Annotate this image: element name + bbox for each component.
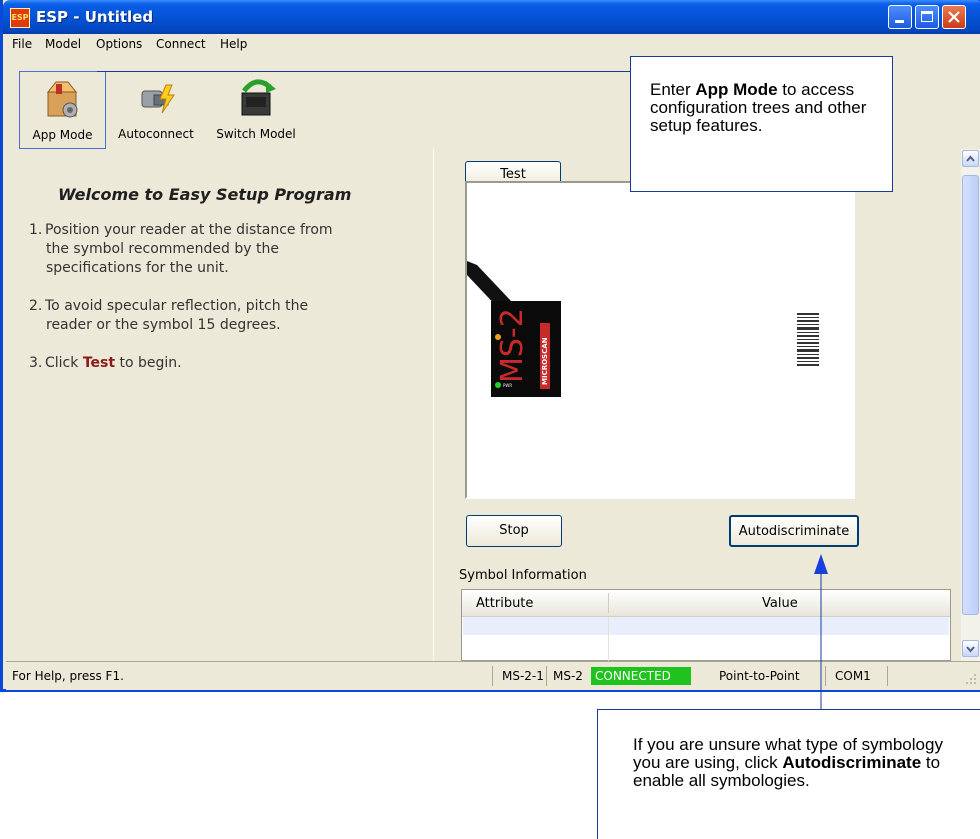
step-1-text-a: Position your reader at the distance fro…	[45, 222, 333, 238]
switch-model-icon	[241, 79, 276, 116]
step-3-post: to begin.	[119, 355, 182, 371]
step-1-text-b: the symbol recommended by the	[46, 241, 279, 257]
menu-options[interactable]: Options	[96, 37, 142, 51]
device-brand-text: MICROSCAN	[541, 337, 549, 385]
minimize-button[interactable]	[888, 5, 912, 29]
app-mode-callout-bold: App Mode	[695, 80, 778, 99]
switch-model-button[interactable]: Switch Model	[210, 71, 302, 147]
scroll-down-button[interactable]	[962, 640, 979, 657]
app-mode-button[interactable]: App Mode	[19, 71, 106, 149]
instruction-step-2: 2. To avoid specular reflection, pitch th…	[29, 297, 409, 335]
status-connected-badge: CONNECTED	[591, 667, 691, 685]
maximize-button[interactable]	[915, 5, 939, 29]
autoconnect-button[interactable]: Autoconnect	[110, 71, 202, 147]
callout-arrow	[814, 554, 828, 710]
scroll-up-arrow-icon	[966, 155, 975, 162]
welcome-title: Welcome to Easy Setup Program	[58, 185, 352, 204]
symbol-information-label: Symbol Information	[459, 568, 587, 583]
step-3-number: 3.	[29, 355, 43, 371]
step-1-number: 1.	[29, 222, 43, 238]
resize-grip-icon[interactable]	[964, 672, 978, 686]
step-2-number: 2.	[29, 298, 43, 314]
maximize-icon	[921, 11, 933, 22]
minimize-icon	[895, 20, 904, 23]
callout-line-left	[597, 709, 598, 839]
menu-help[interactable]: Help	[220, 37, 247, 51]
device-model-text: MS-2	[495, 308, 530, 383]
step-1-text-c: specifications for the unit.	[46, 260, 229, 276]
scroll-thumb[interactable]	[962, 175, 979, 615]
title-bar[interactable]: ESP ESP - Untitled	[3, 0, 980, 34]
grid-header: Attribute Value	[462, 590, 950, 617]
autoconnect-label: Autoconnect	[118, 127, 194, 141]
vertical-scrollbar[interactable]	[961, 149, 980, 661]
status-bar: For Help, press F1. MS-2-1 MS-2 CONNECTE…	[6, 661, 980, 690]
step-3-test-link: Test	[82, 355, 116, 371]
column-divider	[608, 593, 609, 613]
menu-bar: File Model Options Connect Help	[6, 34, 980, 55]
status-separator	[546, 666, 547, 686]
barcode-symbol	[797, 313, 819, 366]
menu-model[interactable]: Model	[45, 37, 81, 51]
symbol-info-grid[interactable]: Attribute Value	[461, 589, 951, 661]
status-help-text: For Help, press F1.	[12, 669, 124, 683]
step-3-pre: Click	[45, 355, 79, 371]
autoconnect-icon	[141, 84, 175, 114]
step-2-text-a: To avoid specular reflection, pitch the	[45, 298, 309, 314]
status-model-2: MS-2	[553, 669, 583, 683]
grid-row[interactable]	[463, 617, 949, 635]
welcome-pane: Welcome to Easy Setup Program 1. Position…	[6, 149, 435, 661]
status-separator	[887, 666, 888, 686]
test-pane: Test MS-2 MICROSCAN PWR Stop Autodiscrim…	[439, 149, 961, 661]
esp-app-icon[interactable]: ESP	[10, 8, 30, 28]
stop-button[interactable]: Stop	[466, 515, 562, 547]
reader-preview: MS-2 MICROSCAN PWR	[465, 181, 855, 499]
app-mode-callout-pre: Enter	[650, 80, 691, 99]
device-pwr-text: PWR	[503, 383, 512, 388]
row-divider	[608, 617, 609, 661]
column-value[interactable]: Value	[762, 596, 798, 611]
instruction-step-1: 1. Position your reader at the distance f…	[29, 221, 409, 278]
autodiscriminate-callout: If you are unsure what type of symbology…	[633, 736, 963, 790]
column-attribute[interactable]: Attribute	[476, 596, 533, 611]
switch-model-label: Switch Model	[216, 127, 296, 141]
app-mode-icon	[46, 81, 78, 118]
close-button[interactable]	[942, 5, 966, 29]
status-model-1: MS-2-1	[502, 669, 544, 683]
instructions-list: 1. Position your reader at the distance f…	[29, 221, 409, 392]
menu-connect[interactable]: Connect	[156, 37, 206, 51]
status-port: COM1	[835, 669, 871, 683]
scroll-down-arrow-icon	[966, 646, 975, 653]
close-icon	[948, 11, 960, 23]
scroll-up-button[interactable]	[962, 150, 979, 167]
autodiscriminate-button[interactable]: Autodiscriminate	[729, 515, 859, 547]
callout-line-top	[97, 71, 630, 72]
instruction-step-3: 3. Click Test to begin.	[29, 354, 409, 373]
status-separator	[492, 666, 493, 686]
callout-line-bottom	[597, 709, 980, 710]
window-title: ESP - Untitled	[36, 8, 154, 26]
step-2-text-b: reader or the symbol 15 degrees.	[46, 317, 281, 333]
auto-callout-bold: Autodiscriminate	[782, 753, 922, 772]
menu-file[interactable]: File	[12, 37, 32, 51]
app-mode-callout: Enter App Mode to access configuration t…	[630, 56, 893, 192]
app-mode-label: App Mode	[32, 128, 93, 142]
status-mode: Point-to-Point	[719, 669, 800, 683]
